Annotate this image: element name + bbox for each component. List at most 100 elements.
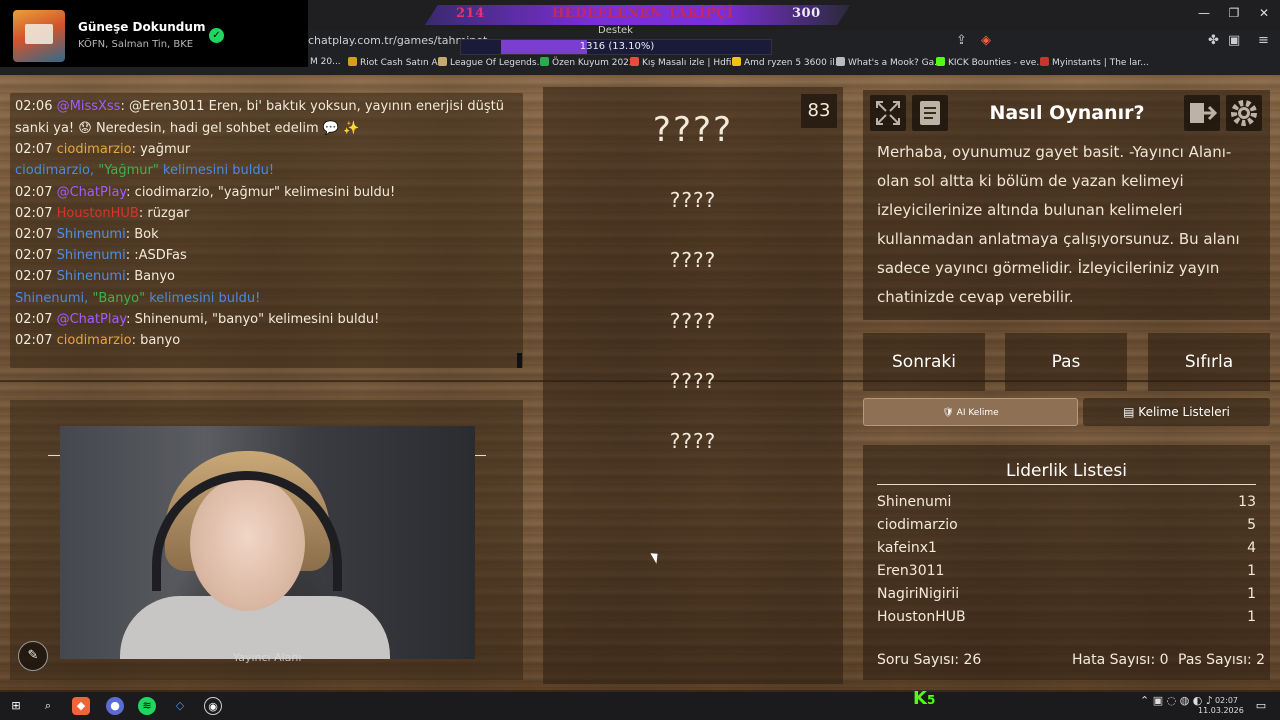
chat-username[interactable]: Shinenumi [57,227,126,242]
chat-username[interactable]: Shinenumi [57,269,126,284]
chat-timestamp: 02:07 [15,269,57,284]
leaderboard-row: NagiriNigirii 1 [877,586,1256,602]
now-playing-notification[interactable]: Güneşe Dokundum KÖFN, Salman Tin, BKE ✓ [0,0,308,67]
close-icon[interactable]: ✕ [1254,6,1274,20]
divider [474,455,486,456]
chat-text: "Yağmur" [98,163,159,178]
exit-icon[interactable] [1184,95,1220,131]
next-button[interactable]: Sonraki [863,333,985,391]
bookmark-item[interactable]: Özen Kuyum 2023 [540,57,635,68]
kick-icon: K [913,688,927,709]
target-word: ???? [652,110,734,150]
bookmark-item[interactable]: What's a Mook? Ga... [836,57,943,68]
chat-separator: : [131,333,141,348]
clock[interactable]: 02:07 11.03.2026 [1198,696,1244,716]
chat-username[interactable]: HoustonHUB [57,206,139,221]
taboo-word: ???? [669,309,717,333]
chat-username[interactable]: @ChatPlay [57,185,127,200]
myinstants-icon [1040,57,1049,66]
chat-message: 02:06 @MissXss: @Eren3011 Eren, bi' bakt… [15,99,504,115]
robot-icon: 🛡 [942,408,957,418]
brave-shield-icon[interactable]: ◈ [981,33,991,48]
player-score: 4 [1247,540,1256,556]
chat-separator: : [125,269,135,284]
player-score: 1 [1247,609,1256,625]
chat-scrollbar[interactable] [517,353,522,368]
chat-message: 02:07 @ChatPlay: Shinenumi, "banyo" keli… [15,312,379,328]
notification-icon[interactable]: ▭ [1252,697,1270,715]
search-icon[interactable]: ⌕ [39,697,57,715]
chat-text: :ASDFas [134,248,187,263]
pen-icon[interactable]: ✎ [18,641,48,671]
chat-message: 02:07 ciodimarzio: banyo [15,333,180,349]
chat-text: ciodimarzio, "yağmur" kelimesini buldu! [134,185,396,200]
chat-username[interactable]: ciodimarzio, [15,163,98,178]
follower-target: 300 [792,6,821,21]
player-name: kafeinx1 [877,540,937,556]
document-icon[interactable] [912,95,948,131]
question-count: Soru Sayısı: 26 [877,652,982,668]
player-score: 1 [1247,563,1256,579]
chat-separator: : [126,185,135,200]
reset-button[interactable]: Sıfırla [1148,333,1270,391]
leaderboard-row: HoustonHUB 1 [877,609,1256,625]
bookmark-item[interactable]: Kış Masalı izle | Hdfi... [630,57,740,68]
chat-separator: : [131,142,141,157]
ai-word-button[interactable]: 🛡 AI Kelime [863,398,1078,426]
chat-text: @Eren3011 Eren, bi' baktık yoksun, yayın… [128,99,504,114]
windows-icon[interactable]: ⊞ [7,697,25,715]
chat-message: Shinenumi, "Banyo" kelimesini buldu! [15,291,260,307]
chat-message: 02:07 Shinenumi: Banyo [15,269,175,285]
bookmark-item[interactable]: M 20... [310,57,341,67]
bookmark-item[interactable]: League Of Legends... [438,57,545,68]
chat-username[interactable]: Shinenumi [57,248,126,263]
taboo-word: ???? [669,248,717,272]
wallet-icon[interactable]: ▣ [1228,33,1240,48]
brave-icon[interactable]: ◆ [72,697,90,715]
chat-username[interactable]: Shinenumi, [15,291,92,306]
chat-message: 02:07 @ChatPlay: ciodimarzio, "yağmur" k… [15,185,395,201]
chat-timestamp: 02:07 [15,312,57,327]
bookmark-item[interactable]: Myinstants | The lar... [1040,57,1149,68]
kick-icon [936,57,945,66]
chat-message: sanki ya! 😟 Neredesin, hadi gel sohbet e… [15,121,359,137]
player-name: Eren3011 [877,563,945,579]
leaderboard-row: kafeinx1 4 [877,540,1256,556]
pass-button[interactable]: Pas [1005,333,1127,391]
list-icon: ▤ [1123,405,1139,419]
share-icon[interactable]: ⇪ [956,33,967,48]
leaderboard-row: ciodimarzio 5 [877,517,1256,533]
clock-date: 11.03.2026 [1198,706,1244,715]
chat-message: 02:07 HoustonHUB: rüzgar [15,206,189,222]
gear-icon[interactable] [1226,95,1262,131]
leaderboard-row: Shinenumi 13 [877,494,1256,510]
chat-username[interactable]: ciodimarzio [57,142,132,157]
app-icon[interactable]: ◇ [171,697,189,715]
player-name: HoustonHUB [877,609,966,625]
chrome-icon[interactable]: ● [106,697,124,715]
chat-message: ciodimarzio, "Yağmur" kelimesini buldu! [15,163,274,179]
chat-timestamp: 02:07 [15,333,57,348]
chat-message: 02:07 Shinenumi: Bok [15,227,159,243]
support-progress: 1316 (13.10%) [460,39,772,55]
player-score: 1 [1247,586,1256,602]
extensions-icon[interactable]: ✤ [1208,33,1219,48]
bookmark-item[interactable]: Riot Cash Satın Al! [348,57,444,68]
fullscreen-icon[interactable] [870,95,906,131]
bookmark-item[interactable]: KICK Bounties - eve... [936,57,1045,68]
menu-icon[interactable]: ≡ [1258,33,1269,48]
chat-text: kelimesini buldu! [145,291,261,306]
chat-timestamp: 02:07 [15,185,57,200]
restore-icon[interactable]: ❐ [1224,6,1244,20]
chat-username[interactable]: ciodimarzio [57,333,132,348]
chat-timestamp: 02:06 [15,99,57,114]
bookmark-item[interactable]: Amd ryzen 5 3600 il... [732,57,843,68]
support-progress-text: 1316 (13.10%) [579,41,655,52]
chat-message: 02:07 Shinenumi: :ASDFas [15,248,187,264]
spotify-icon[interactable]: ≋ [138,697,156,715]
minimize-icon[interactable]: — [1194,6,1214,20]
chat-username[interactable]: @MissXss [57,99,121,114]
word-lists-button[interactable]: ▤ Kelime Listeleri [1083,398,1270,426]
obs-icon[interactable]: ◉ [204,697,222,715]
chat-username[interactable]: @ChatPlay [57,312,127,327]
